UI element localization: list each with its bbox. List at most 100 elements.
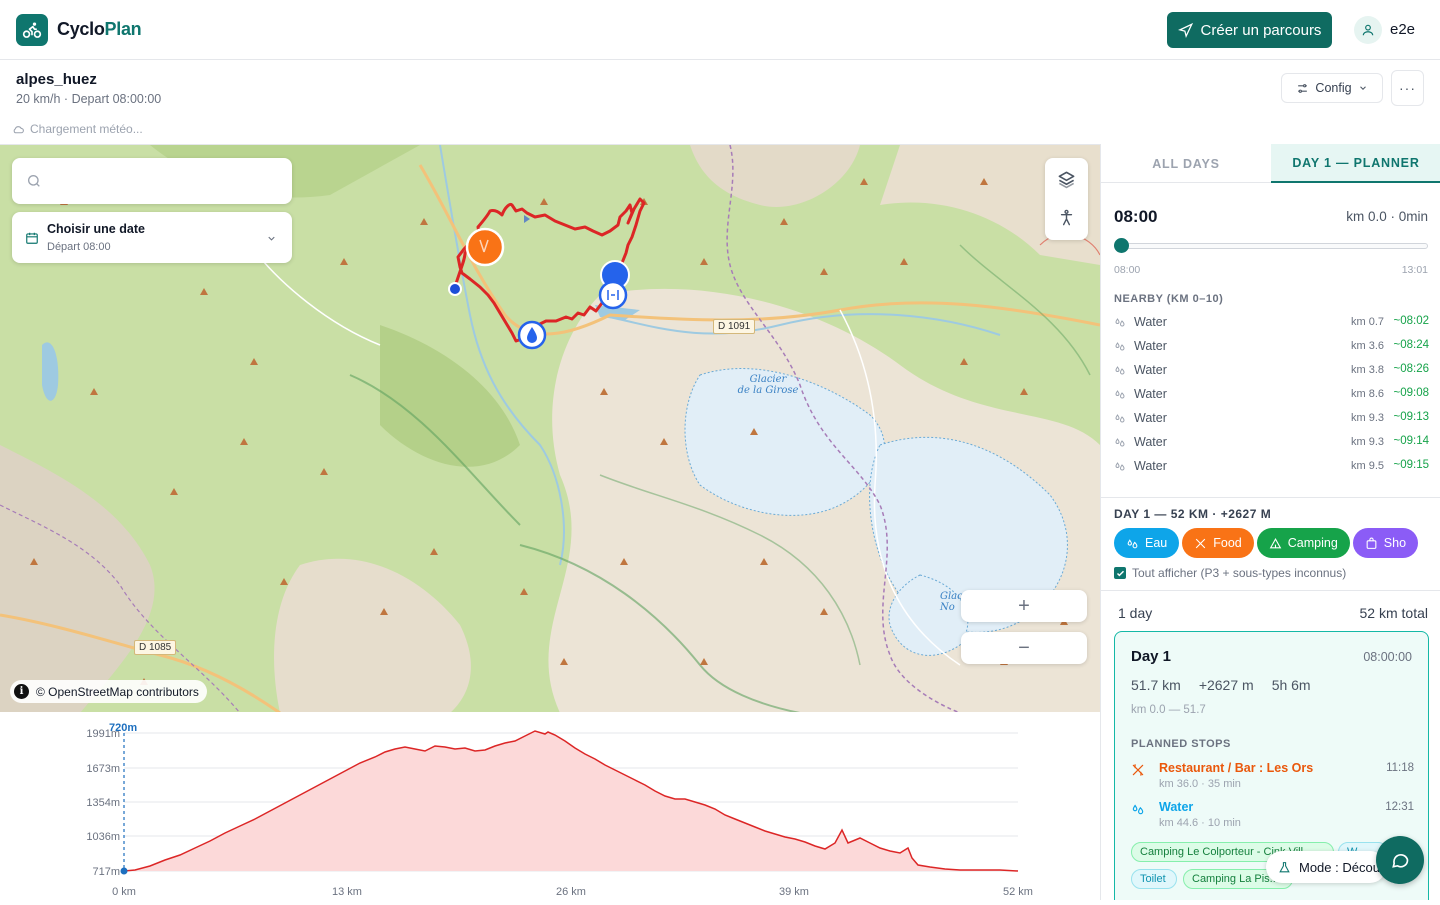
tab-all-days[interactable]: ALL DAYS [1101,144,1271,183]
chat-bubble-icon [1392,853,1409,868]
nearby-item[interactable]: Water km 3.8 ~08:26 [1114,362,1429,380]
nearby-name: Water [1134,315,1167,329]
stop-detail: km 44.6 · 10 min [1159,817,1241,829]
route-title: alpes_huez [16,71,97,88]
chat-button[interactable] [1376,836,1424,884]
nearby-eta: ~09:13 [1393,411,1430,423]
y-tick-1354: 1354m [86,797,120,809]
map-search-input[interactable] [52,173,272,189]
show-all-toggle[interactable]: Tout afficher (P3 + sous-types inconnus) [1114,566,1346,580]
current-position-marker [448,282,462,296]
username[interactable]: e2e [1390,21,1415,38]
slider-start-label: 08:00 [1114,264,1141,276]
time-slider-track[interactable] [1114,243,1428,249]
water-drop-icon [1115,414,1125,423]
date-picker-title: Choisir une date [47,222,145,236]
tab-day1-planner[interactable]: DAY 1 — PLANNER [1271,144,1440,183]
filter-chip-sho[interactable]: Sho [1352,528,1419,558]
mode-toggle[interactable]: Mode : Décou [1266,851,1386,883]
route-subtitle: 20 km/h · Depart 08:00:00 [16,92,162,106]
cloud-icon [13,125,24,133]
nearby-km: km 9.3 [1350,412,1384,424]
elevation-profile[interactable]: 1991m 1673m 1354m 1036m 717m 0 km 13 km … [0,713,1100,900]
planner-panel: ALL DAYS DAY 1 — PLANNER 08:00 km 0.0 · … [1100,144,1440,900]
elevation-area [124,731,1018,871]
poi-filter-chips: Eau Food Camping Sho [1114,528,1429,558]
map-view[interactable]: D 1091 D 1085 Glacier de la Girose Glac … [0,144,1100,712]
water-drop-icon [1115,390,1125,399]
layers-icon[interactable] [1057,170,1076,189]
water-drop-icon [1115,462,1125,471]
time-slider-thumb[interactable] [1114,238,1129,253]
shopping-bag-icon [1366,537,1377,549]
nearby-eta: ~08:26 [1393,363,1430,375]
water-drop-icon [1115,318,1125,327]
panel-tabs: ALL DAYS DAY 1 — PLANNER [1101,144,1440,183]
stop-detail: km 36.0 · 35 min [1159,778,1241,790]
filter-chip-eau[interactable]: Eau [1114,528,1180,558]
nearby-name: Water [1134,411,1167,425]
day-card-title: Day 1 [1131,648,1172,665]
nearby-name: Water [1134,363,1167,377]
tent-icon [1269,537,1282,548]
chip-label: Food [1213,536,1242,550]
checkbox-checked-icon[interactable] [1114,567,1126,579]
day-summary-header: DAY 1 — 52 KM · +2627 M [1114,507,1272,521]
create-route-button[interactable]: Créer un parcours [1167,12,1332,48]
x-tick-26: 26 km [556,886,586,898]
slider-end-label: 13:01 [1401,264,1428,276]
filter-chip-camping[interactable]: Camping [1256,528,1350,558]
stop-time: 12:31 [1385,801,1414,813]
nearby-km: km 3.8 [1350,364,1384,376]
map-controls [1045,158,1088,240]
zoom-in-button[interactable]: + [961,590,1087,622]
poi-tag-toilet[interactable]: Toilet [1131,869,1177,889]
more-options-button[interactable]: ··· [1391,70,1424,106]
date-picker[interactable]: Choisir une date Départ 08:00 [12,212,292,263]
zoom-out-button[interactable]: − [961,632,1087,664]
chevron-down-icon [268,236,275,241]
bike-logo-icon[interactable] [16,13,48,46]
search-icon [28,175,40,187]
map-search-box[interactable] [12,158,292,204]
create-route-label: Créer un parcours [1200,21,1322,39]
day-card-start: 08:00:00 [1363,650,1412,664]
days-count: 1 day [1118,605,1153,621]
accessibility-icon[interactable] [1058,209,1075,226]
route-icon [1177,22,1193,38]
nearby-item[interactable]: Water km 3.6 ~08:24 [1114,338,1429,356]
nearby-eta: ~09:08 [1393,387,1430,399]
chip-label: Camping [1287,536,1338,550]
nearby-item[interactable]: Water km 9.3 ~09:14 [1114,434,1429,452]
nearby-name: Water [1134,435,1167,449]
x-tick-0: 0 km [112,886,136,898]
stop-name: Restaurant / Bar : Les Ors [1159,761,1314,775]
calendar-icon [26,232,38,244]
fork-knife-icon [1196,538,1206,548]
info-icon[interactable]: i [14,684,29,699]
nearby-eta: ~08:24 [1393,339,1430,351]
config-button[interactable]: Config [1281,73,1383,103]
map-attribution[interactable]: i © OpenStreetMap contributors [10,680,207,703]
current-time: 08:00 [1114,207,1158,226]
filter-chip-food[interactable]: Food [1182,528,1254,558]
nearby-km: km 3.6 [1350,340,1384,352]
chip-label: Eau [1145,536,1168,550]
nearby-km: km 9.3 [1350,436,1384,448]
brand-name[interactable]: CycloPlan [57,19,142,40]
water-drop-icon [1115,342,1125,351]
elevation-cursor-label: 720m [109,722,137,734]
water-drop-icon [1115,366,1125,375]
nearby-item[interactable]: Water km 0.7 ~08:02 [1114,314,1429,332]
day-card-stats: 51.7 km +2627 m 5h 6m [1131,677,1311,693]
nearby-item[interactable]: Water km 8.6 ~09:08 [1114,386,1429,404]
water-drop-icon [1127,538,1138,548]
nearby-item[interactable]: Water km 9.3 ~09:13 [1114,410,1429,428]
user-avatar[interactable] [1354,16,1382,44]
day-duration: 5h 6m [1271,677,1311,693]
water-drop-icon [1115,438,1125,447]
sliders-icon [1298,83,1308,93]
brand-part-1: Cyclo [57,19,105,39]
y-tick-1036: 1036m [86,831,120,843]
nearby-item[interactable]: Water km 9.5 ~09:15 [1114,458,1429,476]
